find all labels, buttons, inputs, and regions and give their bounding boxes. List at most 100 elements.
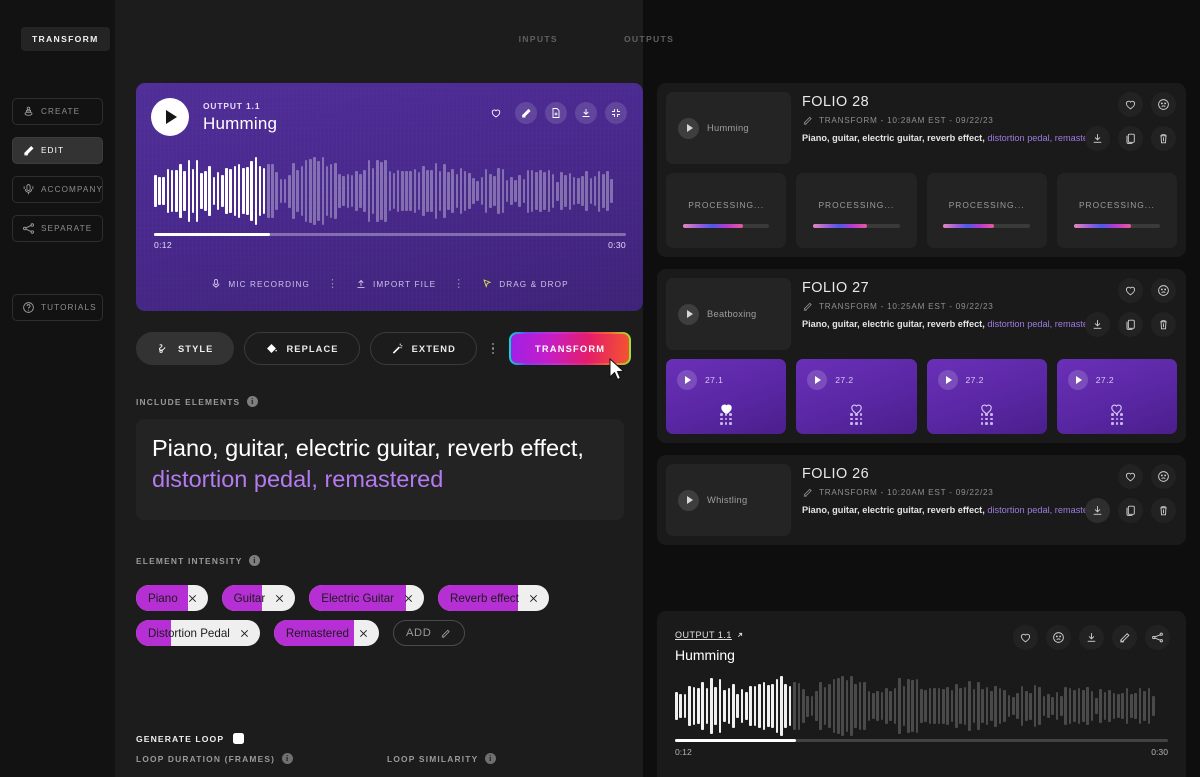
processing-tile[interactable]: PROCESSING...: [1056, 173, 1177, 248]
collapse-icon[interactable]: [605, 102, 627, 124]
close-icon[interactable]: [274, 593, 285, 604]
style-button[interactable]: STYLE: [136, 332, 235, 365]
extend-button[interactable]: EXTEND: [369, 332, 477, 365]
download-icon[interactable]: [1085, 126, 1110, 151]
info-icon[interactable]: i: [485, 753, 497, 764]
play-button[interactable]: [151, 98, 189, 136]
delete-icon[interactable]: [1151, 126, 1176, 151]
delete-icon[interactable]: [1151, 498, 1176, 523]
grid-handle-icon[interactable]: [927, 413, 1047, 425]
tab-inputs[interactable]: INPUTS: [508, 27, 569, 51]
include-elements-input[interactable]: Piano, guitar, electric guitar, reverb e…: [136, 419, 624, 520]
play-icon[interactable]: [678, 303, 699, 325]
duplicate-icon[interactable]: [1118, 498, 1143, 523]
waveform-bar: [749, 685, 753, 727]
grid-handle-icon[interactable]: [796, 413, 916, 425]
sidebar-item-tutorials[interactable]: TUTORIALS: [12, 294, 103, 321]
edit-icon[interactable]: [1112, 625, 1137, 650]
close-icon[interactable]: [187, 593, 198, 604]
close-icon[interactable]: [403, 593, 414, 604]
player-progress-bar[interactable]: [154, 233, 626, 236]
waveform[interactable]: [154, 156, 626, 226]
favorite-icon[interactable]: [1118, 92, 1143, 117]
dislike-icon[interactable]: [1151, 278, 1176, 303]
add-element-button[interactable]: ADD: [393, 620, 466, 646]
waveform-bar: [758, 684, 761, 728]
sidebar-item-create[interactable]: CREATE: [12, 98, 103, 125]
sidebar-item-separate[interactable]: SEPARATE: [12, 215, 103, 242]
generate-loop-toggle[interactable]: [233, 733, 245, 744]
intensity-chip[interactable]: Distortion Pedal: [136, 620, 260, 646]
dislike-icon[interactable]: [1151, 464, 1176, 489]
share-icon[interactable]: [1145, 625, 1170, 650]
download-icon[interactable]: [1079, 625, 1104, 650]
processing-tile[interactable]: PROCESSING...: [926, 173, 1047, 248]
close-icon[interactable]: [239, 628, 250, 639]
tab-transform[interactable]: TRANSFORM: [21, 26, 110, 51]
sidebar-item-edit[interactable]: EDIT: [12, 137, 103, 164]
result-tile[interactable]: 27.2: [796, 359, 917, 434]
folio-card[interactable]: Beatboxing FOLIO 27 TRANSFORM - 10:25AM ES…: [657, 269, 1186, 443]
replace-button[interactable]: REPLACE: [244, 332, 360, 365]
result-tile[interactable]: 27.2: [1056, 359, 1177, 434]
intensity-chip[interactable]: Guitar: [221, 585, 296, 611]
new-file-icon[interactable]: [545, 102, 567, 124]
sidebar-item-accompany[interactable]: ACCOMPANY: [12, 176, 103, 203]
play-icon[interactable]: [1067, 370, 1088, 390]
favorite-icon[interactable]: [485, 102, 507, 124]
processing-tile[interactable]: PROCESSING...: [666, 173, 787, 248]
play-icon[interactable]: [678, 489, 699, 511]
waveform-bar: [246, 166, 249, 216]
tab-outputs[interactable]: OUTPUTS: [613, 27, 685, 51]
edit-icon[interactable]: [515, 102, 537, 124]
info-icon[interactable]: i: [282, 753, 294, 764]
result-tile[interactable]: 27.2: [926, 359, 1047, 434]
processing-tile[interactable]: PROCESSING...: [796, 173, 917, 248]
transform-button[interactable]: TRANSFORM: [509, 332, 632, 365]
waveform-bar: [771, 684, 774, 728]
intensity-chip[interactable]: Piano: [136, 585, 208, 611]
download-icon[interactable]: [1085, 312, 1110, 337]
close-icon[interactable]: [528, 593, 539, 604]
dislike-icon[interactable]: [1046, 625, 1071, 650]
waveform-bar: [459, 167, 463, 215]
grid-handle-icon[interactable]: [666, 413, 786, 425]
favorite-icon[interactable]: [1013, 625, 1038, 650]
duplicate-icon[interactable]: [1118, 312, 1143, 337]
waveform-bar: [906, 678, 910, 734]
favorite-icon[interactable]: [1118, 278, 1143, 303]
play-icon[interactable]: [678, 117, 699, 139]
folio-thumbnail[interactable]: Whistling: [666, 464, 791, 536]
favorite-icon[interactable]: [1118, 464, 1143, 489]
waveform-bar: [1147, 688, 1151, 724]
intensity-chip[interactable]: Reverb effect: [438, 585, 549, 611]
download-icon[interactable]: [1085, 498, 1110, 523]
left-sidebar: CREATE EDIT ACCOMPANY SEPARATE TUTORIALS: [0, 0, 115, 777]
intensity-chip[interactable]: Remastered: [273, 620, 379, 646]
dock-waveform[interactable]: [675, 675, 1168, 737]
close-icon[interactable]: [358, 628, 369, 639]
result-tile[interactable]: 27.1: [666, 359, 787, 434]
folio-card[interactable]: Whistling FOLIO 26 TRANSFORM - 10:20AM EST…: [657, 455, 1186, 545]
drag-drop-button[interactable]: DRAG & DROP: [481, 278, 568, 290]
info-icon[interactable]: i: [247, 396, 259, 407]
dock-output-link[interactable]: OUTPUT 1.1: [675, 630, 744, 640]
intensity-chip[interactable]: Electric Guitar: [309, 585, 425, 611]
import-file-button[interactable]: IMPORT FILE: [355, 278, 436, 290]
play-icon[interactable]: [807, 370, 828, 390]
more-options-button[interactable]: [487, 343, 499, 354]
duplicate-icon[interactable]: [1118, 126, 1143, 151]
folio-card[interactable]: Humming FOLIO 28 TRANSFORM - 10:28AM EST -…: [657, 83, 1186, 257]
dislike-icon[interactable]: [1151, 92, 1176, 117]
play-icon[interactable]: [937, 370, 958, 390]
info-icon[interactable]: i: [249, 555, 261, 566]
folio-thumbnail[interactable]: Beatboxing: [666, 278, 791, 350]
mic-recording-button[interactable]: MIC RECORDING: [210, 278, 310, 290]
waveform-bar: [463, 170, 467, 212]
grid-handle-icon[interactable]: [1057, 413, 1177, 425]
download-icon[interactable]: [575, 102, 597, 124]
folio-thumbnail[interactable]: Humming: [666, 92, 791, 164]
dock-progress-bar[interactable]: [675, 739, 1168, 742]
delete-icon[interactable]: [1151, 312, 1176, 337]
play-icon[interactable]: [677, 370, 697, 390]
